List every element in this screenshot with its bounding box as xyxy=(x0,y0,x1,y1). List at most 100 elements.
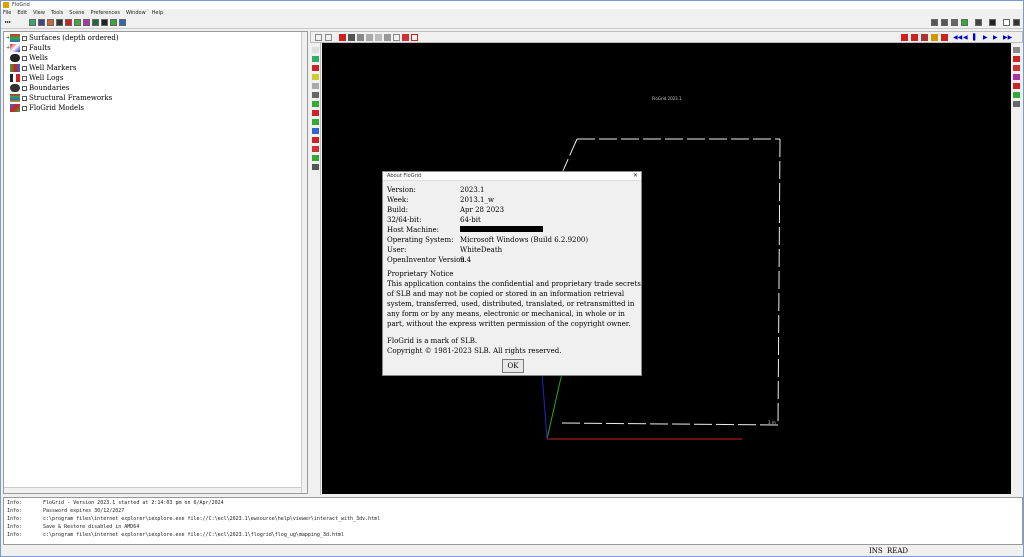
tree-item-flogrid-models[interactable]: FloGrid Models xyxy=(6,103,84,113)
side-tool-icon[interactable] xyxy=(312,119,319,125)
side-tool-icon[interactable] xyxy=(312,110,319,116)
tree-item-well-markers[interactable]: Well Markers xyxy=(6,63,76,73)
tree-item-boundaries[interactable]: Boundaries xyxy=(6,83,69,93)
rotate-icon[interactable] xyxy=(384,34,391,41)
toolbar-label-icon: ▸▸▸ xyxy=(5,19,12,24)
visibility-checkbox[interactable] xyxy=(22,75,27,81)
side-tool-icon[interactable] xyxy=(312,47,319,53)
side-tool-icon[interactable] xyxy=(312,155,319,161)
right-tool-icon[interactable] xyxy=(1013,65,1020,71)
view-back-icon[interactable] xyxy=(911,34,918,41)
side-tool-icon[interactable] xyxy=(312,164,319,170)
ok-button[interactable]: OK xyxy=(502,359,524,373)
close-icon[interactable]: ✕ xyxy=(633,172,638,179)
side-tool-icon[interactable] xyxy=(312,146,319,152)
camera-icon[interactable] xyxy=(931,19,938,26)
wireframe-icon[interactable] xyxy=(348,34,355,41)
last-frame-icon[interactable]: ▶▶ xyxy=(1003,34,1012,41)
play-icon[interactable] xyxy=(961,19,968,26)
pan-icon[interactable] xyxy=(325,34,332,41)
record-icon[interactable] xyxy=(941,19,948,26)
visibility-checkbox[interactable] xyxy=(22,105,27,111)
side-tool-icon[interactable] xyxy=(312,92,319,98)
axis-icon[interactable] xyxy=(411,34,418,41)
z-axis-line xyxy=(541,372,548,440)
color-icon[interactable] xyxy=(339,34,346,41)
save-icon[interactable] xyxy=(38,19,45,26)
print-icon[interactable] xyxy=(47,19,54,26)
play-back-icon[interactable]: ▌ xyxy=(973,34,980,41)
visibility-checkbox[interactable] xyxy=(22,45,27,51)
tree-item-well-logs[interactable]: Well Logs xyxy=(6,73,63,83)
crosshair-icon[interactable] xyxy=(101,19,108,26)
visibility-checkbox[interactable] xyxy=(22,55,27,61)
about-dialog: About FloGrid ✕ Version: 2023.1 Week: 2013… xyxy=(382,171,642,376)
side-tool-icon[interactable] xyxy=(312,56,319,62)
well-markers-icon xyxy=(10,64,20,72)
side-tool-icon[interactable] xyxy=(312,101,319,107)
view-top-icon[interactable] xyxy=(941,34,948,41)
help-icon[interactable] xyxy=(119,19,126,26)
about-row-build: Build: Apr 28 2023 xyxy=(387,206,505,214)
tree-item-label: FloGrid Models xyxy=(29,104,85,112)
tree-vertical-scrollbar[interactable] xyxy=(301,32,307,493)
side-tool-icon[interactable] xyxy=(312,74,319,80)
side-tool-icon[interactable] xyxy=(312,128,319,134)
prev-frame-icon[interactable]: ◀ xyxy=(963,34,970,41)
right-tool-icon[interactable] xyxy=(1013,47,1020,53)
side-tool-icon[interactable] xyxy=(312,137,319,143)
visibility-checkbox[interactable] xyxy=(22,95,27,101)
next-frame-icon[interactable]: ▶ xyxy=(993,34,1000,41)
right-tool-icon[interactable] xyxy=(1013,83,1020,89)
menu-preferences[interactable]: Preferences xyxy=(91,10,120,16)
stop-icon[interactable] xyxy=(951,19,958,26)
fullscreen-icon[interactable] xyxy=(989,19,996,26)
menu-view[interactable]: View xyxy=(33,10,45,16)
visibility-checkbox[interactable] xyxy=(22,65,27,71)
menu-window[interactable]: Window xyxy=(126,10,146,16)
read-indicator: READ xyxy=(887,547,909,555)
slice-icon[interactable] xyxy=(402,34,409,41)
about-dialog-titlebar: About FloGrid ✕ xyxy=(383,172,641,181)
tree-item-faults[interactable]: + Faults xyxy=(6,43,51,53)
view-left-icon[interactable] xyxy=(921,34,928,41)
first-frame-icon[interactable]: ◀◀ xyxy=(953,34,962,41)
grid-icon[interactable] xyxy=(74,19,81,26)
message-log: Info: FloGrid - Version 2023.1 started at… xyxy=(3,497,1023,545)
visibility-checkbox[interactable] xyxy=(22,35,27,41)
view-right-icon[interactable] xyxy=(931,34,938,41)
side-tool-icon[interactable] xyxy=(312,65,319,71)
select-icon[interactable] xyxy=(315,34,322,41)
tree-item-structural-frameworks[interactable]: Structural Frameworks xyxy=(6,93,112,103)
settings-icon[interactable] xyxy=(1013,19,1020,26)
boundaries-icon xyxy=(10,84,20,92)
pause-icon[interactable] xyxy=(975,19,982,26)
menu-edit[interactable]: Edit xyxy=(17,10,27,16)
right-tool-icon[interactable] xyxy=(1013,56,1020,62)
right-tool-icon[interactable] xyxy=(1013,92,1020,98)
play-forward-icon[interactable]: ▶ xyxy=(983,34,990,41)
blank-icon[interactable] xyxy=(1003,19,1010,26)
shade-icon[interactable] xyxy=(357,34,364,41)
box-icon[interactable] xyxy=(393,34,400,41)
tree-item-wells[interactable]: Wells xyxy=(6,53,48,63)
light-icon[interactable] xyxy=(366,34,373,41)
menu-file[interactable]: File xyxy=(3,10,11,16)
visibility-checkbox[interactable] xyxy=(22,85,27,91)
menu-help[interactable]: Help xyxy=(152,10,163,16)
right-tool-icon[interactable] xyxy=(1013,101,1020,107)
layers-icon[interactable] xyxy=(92,19,99,26)
right-tool-icon[interactable] xyxy=(1013,74,1020,80)
menu-scene[interactable]: Scene xyxy=(69,10,84,16)
menu-tools[interactable]: Tools xyxy=(51,10,63,16)
zoom-icon[interactable] xyxy=(375,34,382,41)
export-icon[interactable] xyxy=(110,19,117,26)
scene-icon[interactable] xyxy=(83,19,90,26)
tree-item-surfaces[interactable]: + Surfaces (depth ordered) xyxy=(6,33,119,43)
tree-horizontal-scrollbar[interactable] xyxy=(4,487,301,493)
open-icon[interactable] xyxy=(29,19,36,26)
view-front-icon[interactable] xyxy=(901,34,908,41)
window-icon[interactable] xyxy=(56,19,63,26)
side-tool-icon[interactable] xyxy=(312,83,319,89)
model-icon[interactable] xyxy=(65,19,72,26)
